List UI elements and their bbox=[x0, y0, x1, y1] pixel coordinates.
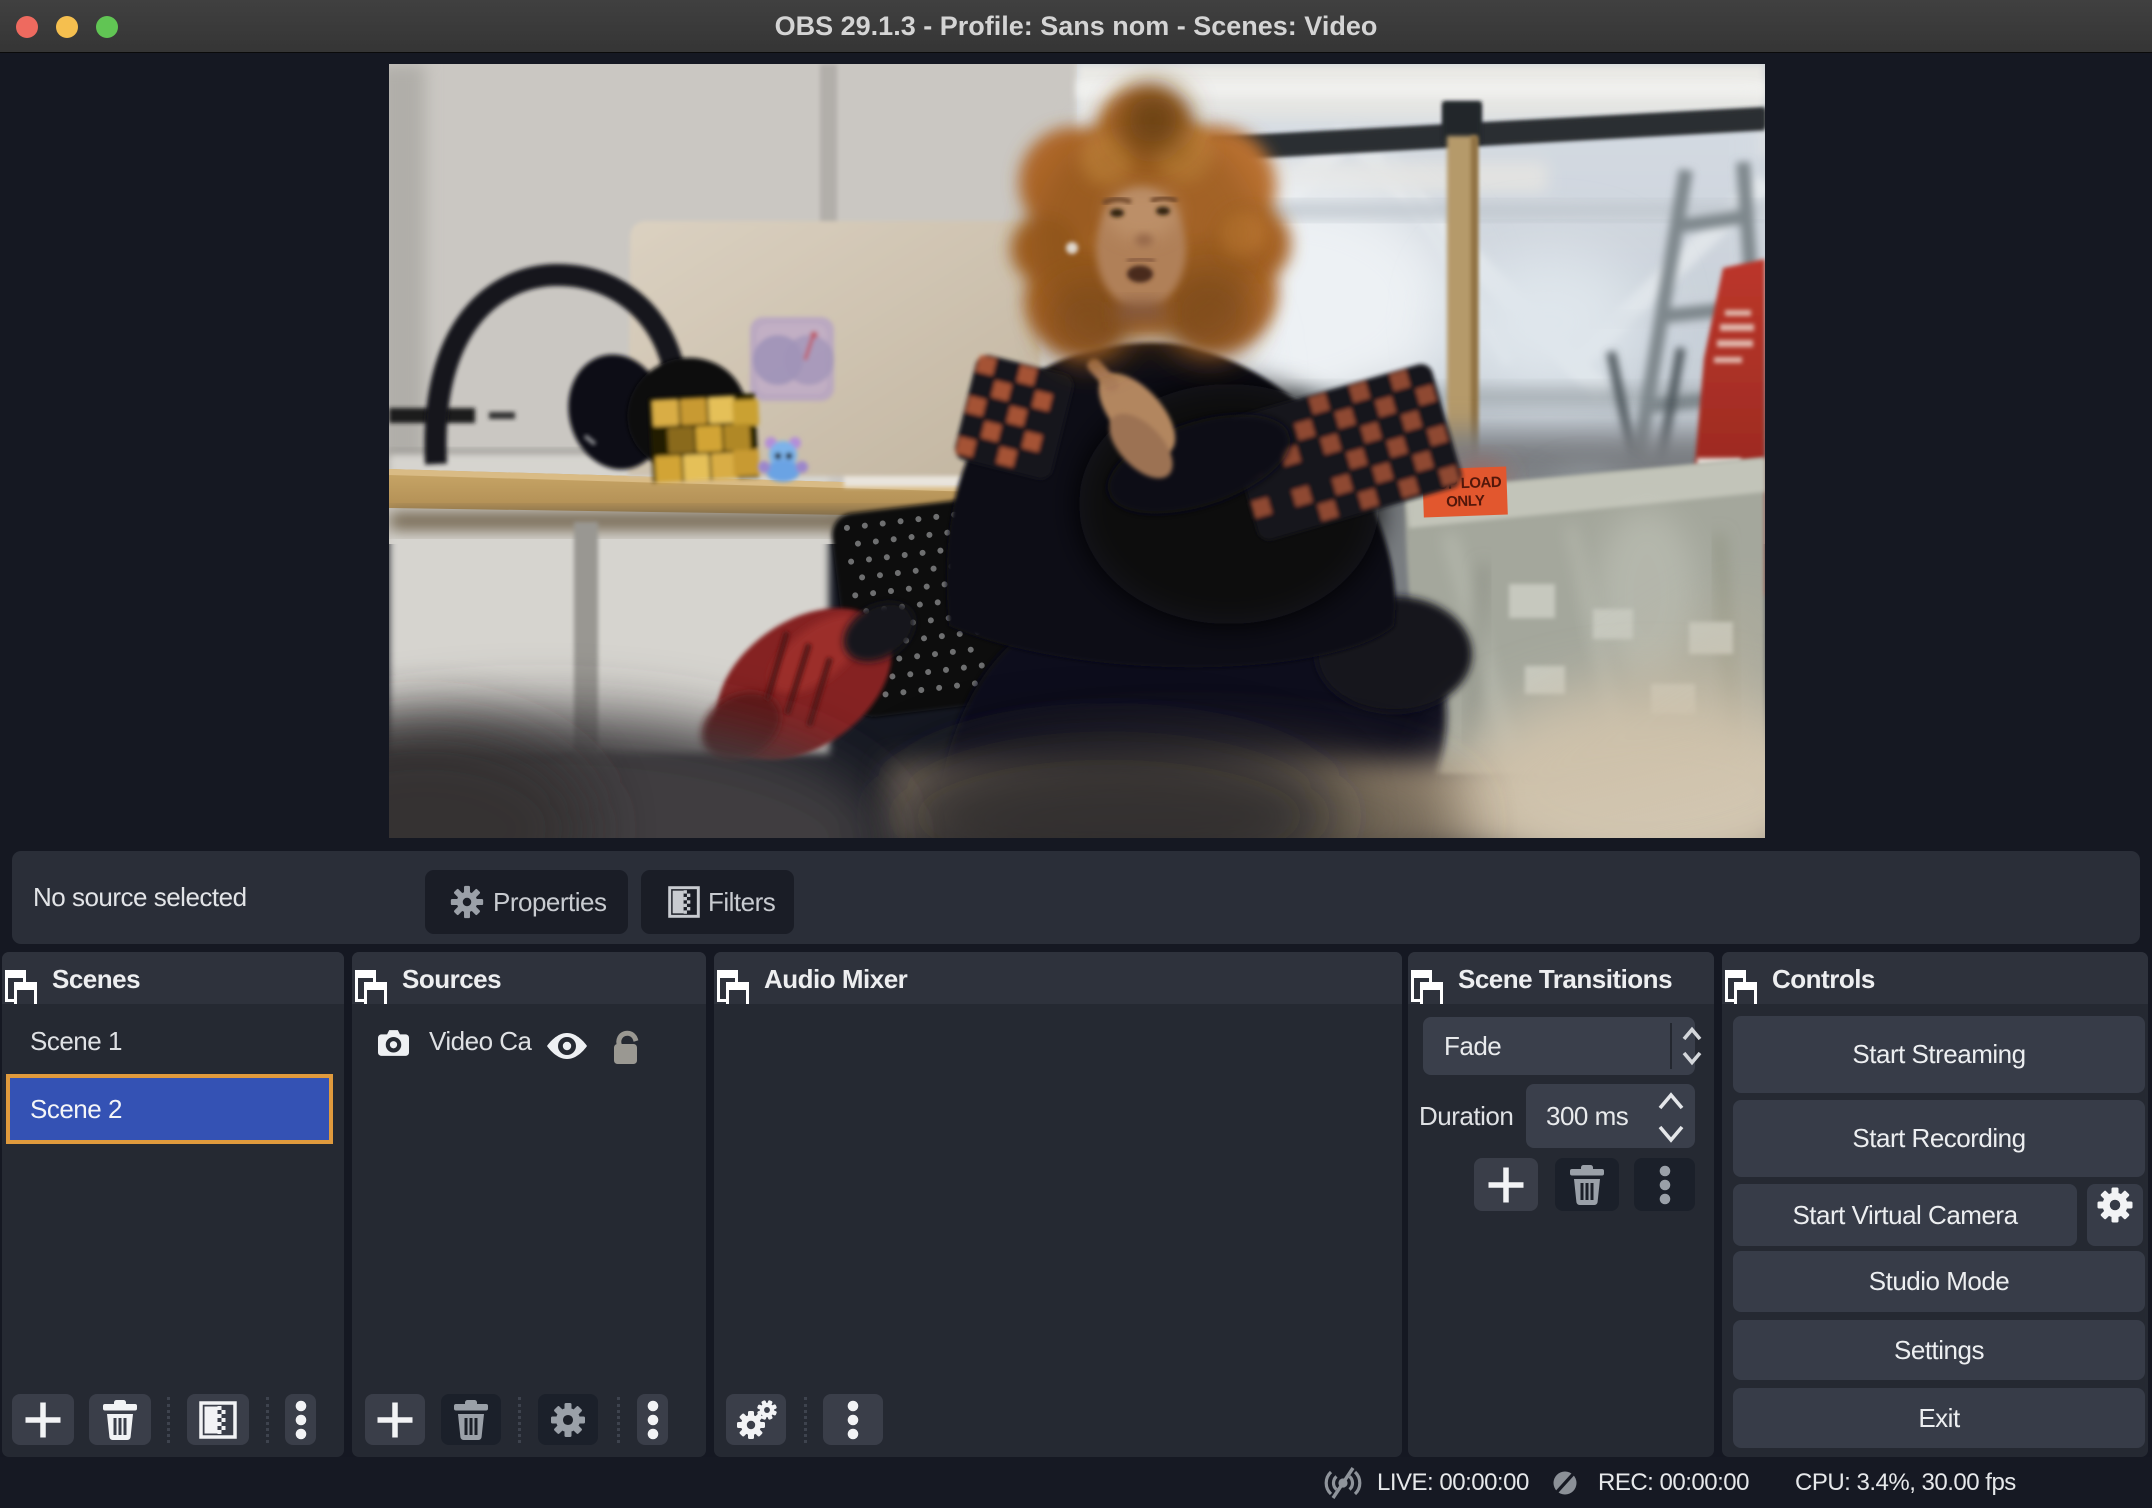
svg-text:ONLY: ONLY bbox=[1446, 492, 1485, 510]
